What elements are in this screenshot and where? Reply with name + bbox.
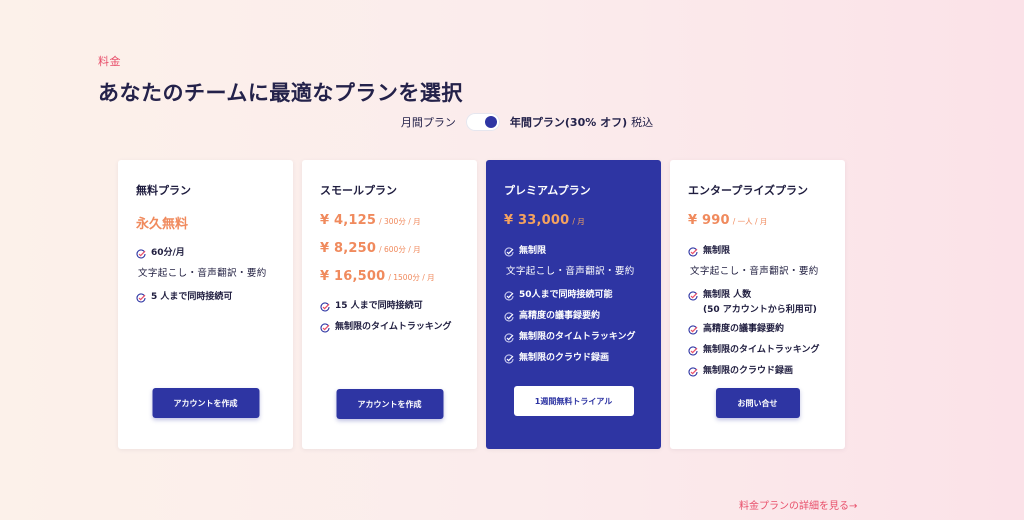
tax-included-label: 税込 xyxy=(631,116,654,129)
create-account-button[interactable]: アカウントを作成 xyxy=(152,388,259,418)
feature-item: 無制限のタイムトラッキング xyxy=(320,321,459,334)
price-unit: / 月 xyxy=(572,217,585,226)
plan-name: 無料プラン xyxy=(136,184,191,197)
check-circle-icon xyxy=(504,353,514,364)
toggle-knob xyxy=(484,116,497,128)
billing-toggle-row: 月間プラン 年間プラン(30% オフ) 税込 xyxy=(0,113,1024,131)
feature-subtext: (50 アカウントから利用可) xyxy=(703,305,817,315)
check-circle-icon xyxy=(136,292,146,303)
feature-text: 無制限のタイムトラッキング xyxy=(335,322,452,332)
contact-button[interactable]: お問い合せ xyxy=(715,388,800,418)
yearly-plan-label[interactable]: 年間プラン(30% オフ) xyxy=(510,114,627,130)
feature-item: 5 人まで同時接続可 xyxy=(136,291,275,304)
price-unit: / 300分 / 月 xyxy=(379,217,421,226)
check-circle-icon xyxy=(136,248,146,259)
plan-card-premium: プレミアムプラン ¥ 33,000 / 月 無制限 文字起こし・音声翻訳・要約 … xyxy=(486,160,661,449)
plan-card-free: 無料プラン 永久無料 60分/月 文字起こし・音声翻訳・要約 5 人まで同時接続… xyxy=(118,160,293,449)
feature-item: 無制限のタイムトラッキング xyxy=(688,344,827,357)
billing-period-toggle[interactable] xyxy=(465,113,500,131)
create-account-button[interactable]: アカウントを作成 xyxy=(336,389,443,419)
check-circle-icon xyxy=(688,290,698,301)
feature-item: 高精度の議事録要約 xyxy=(688,323,827,336)
feature-text: 無制限のクラウド録画 xyxy=(703,366,794,376)
check-circle-icon xyxy=(504,332,514,343)
feature-item: 無制限 人数 xyxy=(688,289,827,302)
feature-item: 無制限のクラウド録画 xyxy=(688,365,827,378)
feature-subtext: 文字起こし・音声翻訳・要約 xyxy=(506,266,635,277)
feature-text: 無制限 人数 xyxy=(703,290,752,300)
plan-name: エンタープライズプラン xyxy=(688,184,809,197)
check-circle-icon xyxy=(504,311,514,322)
free-trial-button[interactable]: 1週間無料トライアル xyxy=(513,386,634,416)
check-circle-icon xyxy=(688,246,698,257)
section-eyebrow: 料金 xyxy=(98,55,121,68)
check-circle-icon xyxy=(504,246,514,257)
feature-text: 無制限のタイムトラッキング xyxy=(703,345,820,355)
check-circle-icon xyxy=(688,345,698,356)
feature-text: 60分/月 xyxy=(151,248,185,258)
monthly-plan-label[interactable]: 月間プラン xyxy=(401,114,456,130)
feature-text: 無制限 xyxy=(703,246,731,256)
check-circle-icon xyxy=(688,366,698,377)
check-circle-icon xyxy=(320,301,330,312)
price-row: ¥ 16,500 / 1500分 / 月 xyxy=(320,269,459,284)
plan-name: プレミアムプラン xyxy=(504,184,591,197)
plan-name: スモールプラン xyxy=(320,184,397,197)
price-row: ¥ 33,000 / 月 xyxy=(504,213,643,228)
price-row: ¥ 8,250 / 600分 / 月 xyxy=(320,241,459,256)
price-unit: / 600分 / 月 xyxy=(379,245,421,254)
feature-item: 無制限のタイムトラッキング xyxy=(504,331,643,344)
feature-text: 15 人まで同時接続可 xyxy=(335,301,423,311)
price-amount: ¥ 8,250 xyxy=(320,241,377,256)
feature-text: 50人まで同時接続可能 xyxy=(519,290,613,300)
feature-text: 無制限のタイムトラッキング xyxy=(519,332,636,342)
price-row: ¥ 4,125 / 300分 / 月 xyxy=(320,213,459,228)
pricing-details-link[interactable]: 料金プランの詳細を見る→ xyxy=(739,497,857,512)
price-amount: ¥ 33,000 xyxy=(504,213,570,228)
feature-item: 無制限 xyxy=(688,245,827,258)
price-amount: ¥ 4,125 xyxy=(320,213,377,228)
feature-item: 60分/月 xyxy=(136,247,275,260)
feature-text: 無制限のクラウド録画 xyxy=(519,353,610,363)
feature-item: 無制限 xyxy=(504,245,643,258)
feature-item: 高精度の議事録要約 xyxy=(504,310,643,323)
plan-card-small: スモールプラン ¥ 4,125 / 300分 / 月 ¥ 8,250 / 600… xyxy=(302,160,477,449)
check-circle-icon xyxy=(504,290,514,301)
plan-card-enterprise: エンタープライズプラン ¥ 990 / 一人 / 月 無制限 文字起こし・音声翻… xyxy=(670,160,845,449)
price-row: ¥ 990 / 一人 / 月 xyxy=(688,213,827,228)
feature-item: 無制限のクラウド録画 xyxy=(504,352,643,365)
feature-text: 高精度の議事録要約 xyxy=(519,311,601,321)
feature-item: 15 人まで同時接続可 xyxy=(320,300,459,313)
page-title: あなたのチームに最適なプランを選択 xyxy=(98,81,463,105)
price-amount: ¥ 990 xyxy=(688,213,730,228)
feature-text: 5 人まで同時接続可 xyxy=(151,292,233,302)
feature-subtext: 文字起こし・音声翻訳・要約 xyxy=(138,268,267,279)
check-circle-icon xyxy=(688,324,698,335)
check-circle-icon xyxy=(320,322,330,333)
price-unit: / 一人 / 月 xyxy=(732,217,768,226)
plan-price: 永久無料 xyxy=(136,217,189,232)
feature-item: 50人まで同時接続可能 xyxy=(504,289,643,302)
price-amount: ¥ 16,500 xyxy=(320,269,386,284)
feature-text: 無制限 xyxy=(519,246,547,256)
feature-text: 高精度の議事録要約 xyxy=(703,324,785,334)
price-unit: / 1500分 / 月 xyxy=(388,273,435,282)
feature-subtext: 文字起こし・音声翻訳・要約 xyxy=(690,266,819,277)
